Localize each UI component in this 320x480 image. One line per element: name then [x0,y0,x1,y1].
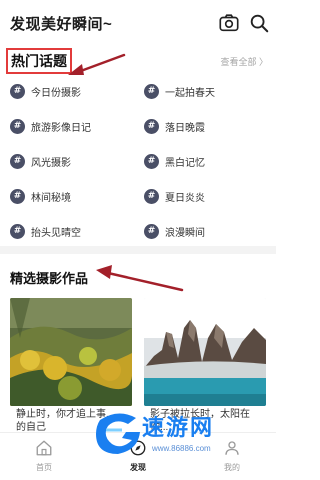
topic-item[interactable]: # 一起拍春天 [144,80,215,102]
discover-icon [130,440,146,456]
topic-item[interactable]: # 风光摄影 [10,150,71,172]
hot-topics-title: 热门话题 [11,53,67,69]
page-title: 发现美好瞬间~ [10,16,113,33]
nav-discover-label: 发现 [130,463,146,472]
see-all-link[interactable]: 查看全部 〉 [220,55,268,68]
bottom-nav: 首页 发现 我的 [0,432,276,480]
nav-home[interactable]: 首页 [14,439,74,473]
topic-label: 林间秘境 [31,192,71,204]
topic-label: 旅游影像日记 [31,122,91,134]
forest-photo [10,298,132,406]
topic-label: 抬头见晴空 [31,227,81,239]
topic-label: 一起拍春天 [165,87,215,99]
app-header: 发现美好瞬间~ [0,0,276,46]
topic-item[interactable]: # 浪漫瞬间 [144,220,205,242]
hashtag-icon: # [10,153,25,169]
topic-label: 夏日炎炎 [165,192,205,204]
topic-item[interactable]: # 黑白记忆 [144,150,205,172]
hashtag-icon: # [144,83,159,99]
mountain-lake-photo [144,298,266,406]
topic-item[interactable]: # 今日份摄影 [10,80,81,102]
section-divider [0,246,276,254]
topic-item[interactable]: # 旅游影像日记 [10,115,91,137]
topic-label: 落日晚霞 [165,122,205,134]
topic-label: 黑白记忆 [165,157,205,169]
topic-label: 今日份摄影 [31,87,81,99]
photo-card[interactable]: 静止时，你才追上事......的自己 [10,298,132,438]
photo-caption: 影子被拉长时，太阳在你... [150,409,250,433]
topic-label: 风光摄影 [31,157,71,169]
photo-card[interactable]: 影子被拉长时，太阳在你... [144,298,266,438]
nav-me[interactable]: 我的 [202,439,262,473]
camera-icon[interactable] [218,12,240,34]
hashtag-icon: # [144,118,159,134]
topic-item[interactable]: # 抬头见晴空 [10,220,81,242]
hashtag-icon: # [144,188,159,204]
topic-label: 浪漫瞬间 [165,227,205,239]
photo-caption: 静止时，你才追上事......的自己 [16,409,123,433]
annotation-arrow [68,53,126,75]
nav-home-label: 首页 [36,463,52,472]
hashtag-icon: # [144,153,159,169]
featured-section: 精选摄影作品 静止时，你才追上事......的自己 影子被拉长时，太阳在你... [0,254,276,434]
hashtag-icon: # [10,83,25,99]
search-icon[interactable] [248,12,270,34]
topic-item[interactable]: # 落日晚霞 [144,115,205,137]
hashtag-icon: # [10,188,25,204]
nav-discover[interactable]: 发现 [108,439,168,473]
nav-me-label: 我的 [224,463,240,472]
hashtag-icon: # [144,223,159,239]
annotation-arrow [96,265,184,292]
hot-topics-section: 热门话题 查看全部 〉 # 今日份摄影 # 一起拍春天 # 旅游影像日记 # 落… [0,46,276,246]
hashtag-icon: # [10,223,25,239]
topic-item[interactable]: # 林间秘境 [10,185,71,207]
home-icon [36,440,52,456]
profile-icon [225,441,239,455]
topic-item[interactable]: # 夏日炎炎 [144,185,205,207]
hot-topics-highlight-box: 热门话题 [6,48,72,74]
featured-title: 精选摄影作品 [10,271,89,286]
hashtag-icon: # [10,118,25,134]
